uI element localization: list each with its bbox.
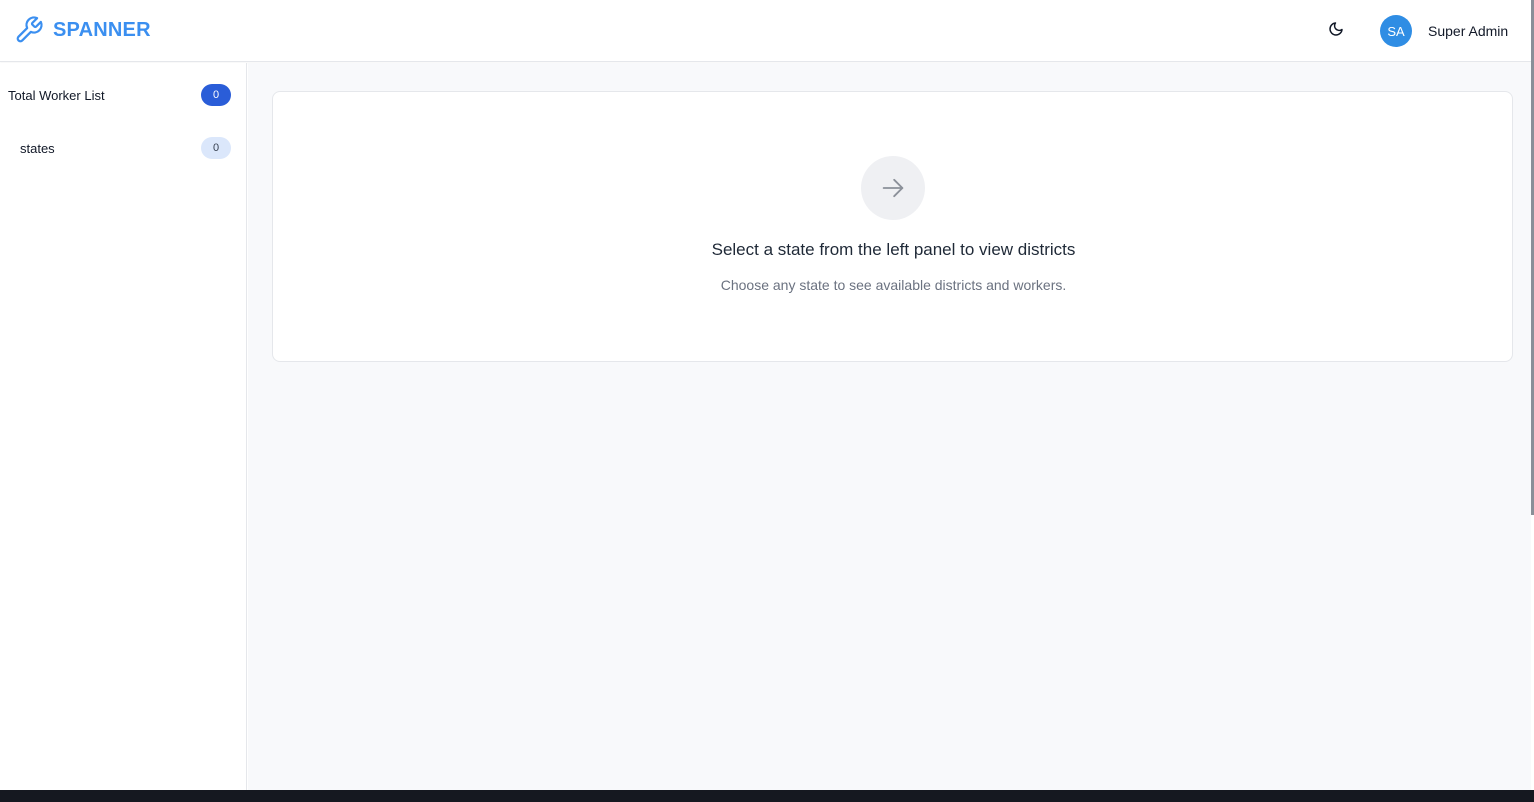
sidebar-item-states[interactable]: states 0 xyxy=(0,132,247,164)
theme-toggle-button[interactable] xyxy=(1323,18,1349,44)
top-header: SPANNER SA Super Admin xyxy=(0,0,1534,62)
moon-icon xyxy=(1328,21,1344,42)
empty-state-subtitle: Choose any state to see available distri… xyxy=(720,277,1067,293)
wrench-icon xyxy=(14,15,44,45)
user-name[interactable]: Super Admin xyxy=(1428,23,1508,39)
arrow-right-icon xyxy=(861,156,925,220)
sidebar-item-total-worker-list[interactable]: Total Worker List 0 xyxy=(0,79,247,111)
avatar[interactable]: SA xyxy=(1380,15,1412,47)
empty-state-card: Select a state from the left panel to vi… xyxy=(272,91,1513,362)
count-badge: 0 xyxy=(201,137,231,159)
sidebar: Total Worker List 0 states 0 xyxy=(0,63,247,790)
taskbar-strip xyxy=(0,790,1534,802)
count-badge: 0 xyxy=(201,84,231,106)
sidebar-item-label: Total Worker List xyxy=(8,87,105,103)
brand-name: SPANNER xyxy=(53,18,151,41)
empty-state-title: Select a state from the left panel to vi… xyxy=(711,240,1076,259)
main-content: Select a state from the left panel to vi… xyxy=(248,63,1531,790)
sidebar-item-label: states xyxy=(20,140,55,156)
brand-logo[interactable]: SPANNER xyxy=(14,14,157,46)
